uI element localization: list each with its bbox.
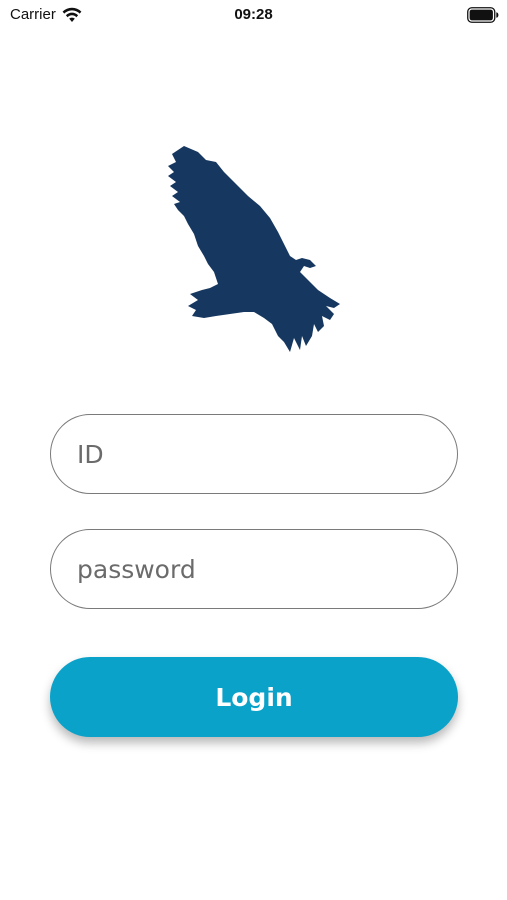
battery-icon: [467, 7, 499, 23]
login-button[interactable]: Login: [50, 657, 458, 737]
id-input[interactable]: [77, 439, 431, 469]
password-field[interactable]: [50, 529, 458, 609]
status-time: 09:28: [234, 6, 273, 23]
eagle-logo-icon: [168, 146, 340, 352]
status-bar: Carrier 09:28: [0, 0, 507, 30]
id-field[interactable]: [50, 414, 458, 494]
password-input[interactable]: [77, 554, 431, 584]
